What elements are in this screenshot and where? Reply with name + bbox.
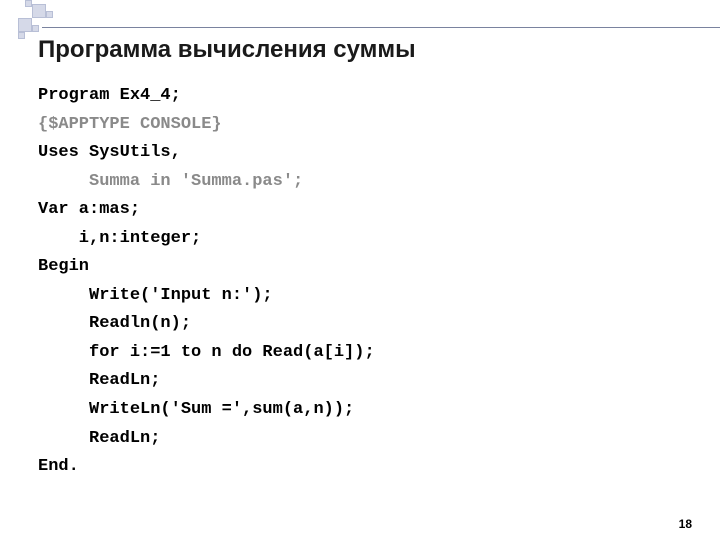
code-line: ReadLn; [38,371,160,390]
page-number: 18 [679,517,692,531]
title-separator [42,27,720,28]
code-line: End. [38,457,79,476]
slide-content: Программа вычисления суммы Program Ex4_4… [38,36,690,482]
code-line: ReadLn; [38,429,160,448]
code-line: i,n:integer; [38,229,201,248]
code-line: Readln(n); [38,314,191,333]
code-line: WriteLn('Sum =',sum(a,n)); [38,400,354,419]
code-line: Program Ex4_4; [38,86,181,105]
code-line: Begin [38,257,89,276]
code-line: Var a:mas; [38,200,140,219]
code-block: Program Ex4_4; {$APPTYPE CONSOLE} Uses S… [38,82,690,482]
code-line-dim: Summa in 'Summa.pas'; [38,172,303,191]
code-line-dim: {$APPTYPE CONSOLE} [38,115,222,134]
code-line: Write('Input n:'); [38,286,273,305]
code-line: Uses SysUtils, [38,143,181,162]
slide-title: Программа вычисления суммы [38,36,690,64]
code-line: for i:=1 to n do Read(a[i]); [38,343,375,362]
